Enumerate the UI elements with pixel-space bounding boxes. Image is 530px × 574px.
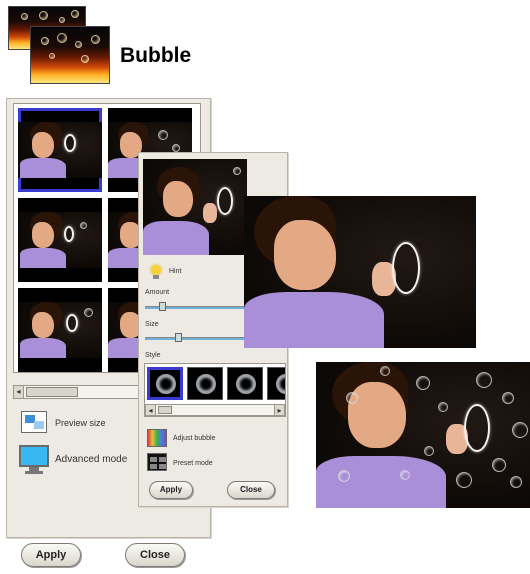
style-strip-scrollbar[interactable]: ◂ ▸ [145,404,285,416]
apply-button[interactable]: Apply [21,543,81,567]
preset-mode-label[interactable]: Preset mode [173,460,213,467]
style-strip: ◂ ▸ [144,363,286,417]
preview-size-icon[interactable] [21,411,47,433]
style-option[interactable] [267,367,285,400]
style-option[interactable] [147,367,183,400]
scroll-thumb[interactable] [158,406,172,414]
hint-label: Hint [169,268,182,275]
effect-thumbnail-icon [30,26,110,84]
scroll-left-arrow-icon[interactable]: ◂ [146,405,156,415]
advanced-mode-label[interactable]: Advanced mode [55,454,127,465]
lightbulb-icon [149,265,163,281]
scroll-right-arrow-icon[interactable]: ▸ [274,405,284,415]
original-photo [244,196,476,348]
style-label: Style [145,352,161,359]
amount-slider-knob[interactable] [159,302,166,311]
preset-thumbnail[interactable] [18,198,102,282]
style-option[interactable] [227,367,263,400]
close-button[interactable]: Close [125,543,185,567]
adjust-bubble-label[interactable]: Adjust bubble [173,435,215,442]
apply-button[interactable]: Apply [149,481,193,499]
preview-size-label[interactable]: Preview size [55,418,106,428]
scroll-left-arrow-icon[interactable]: ◂ [14,386,24,398]
monitor-icon[interactable] [19,445,49,475]
preview-image [143,159,247,255]
adjust-bubble-icon[interactable] [147,429,167,447]
preset-thumbnail[interactable] [18,288,102,372]
size-label: Size [145,321,159,328]
preset-thumbnail[interactable] [18,108,102,192]
amount-label: Amount [145,289,170,296]
preset-mode-icon[interactable] [147,453,167,471]
size-slider-knob[interactable] [175,333,182,342]
page-title: Bubble [120,44,192,67]
close-button[interactable]: Close [227,481,275,499]
style-option[interactable] [187,367,223,400]
bubble-result-photo [316,362,530,508]
scroll-thumb[interactable] [26,387,78,397]
size-slider[interactable] [145,337,249,340]
